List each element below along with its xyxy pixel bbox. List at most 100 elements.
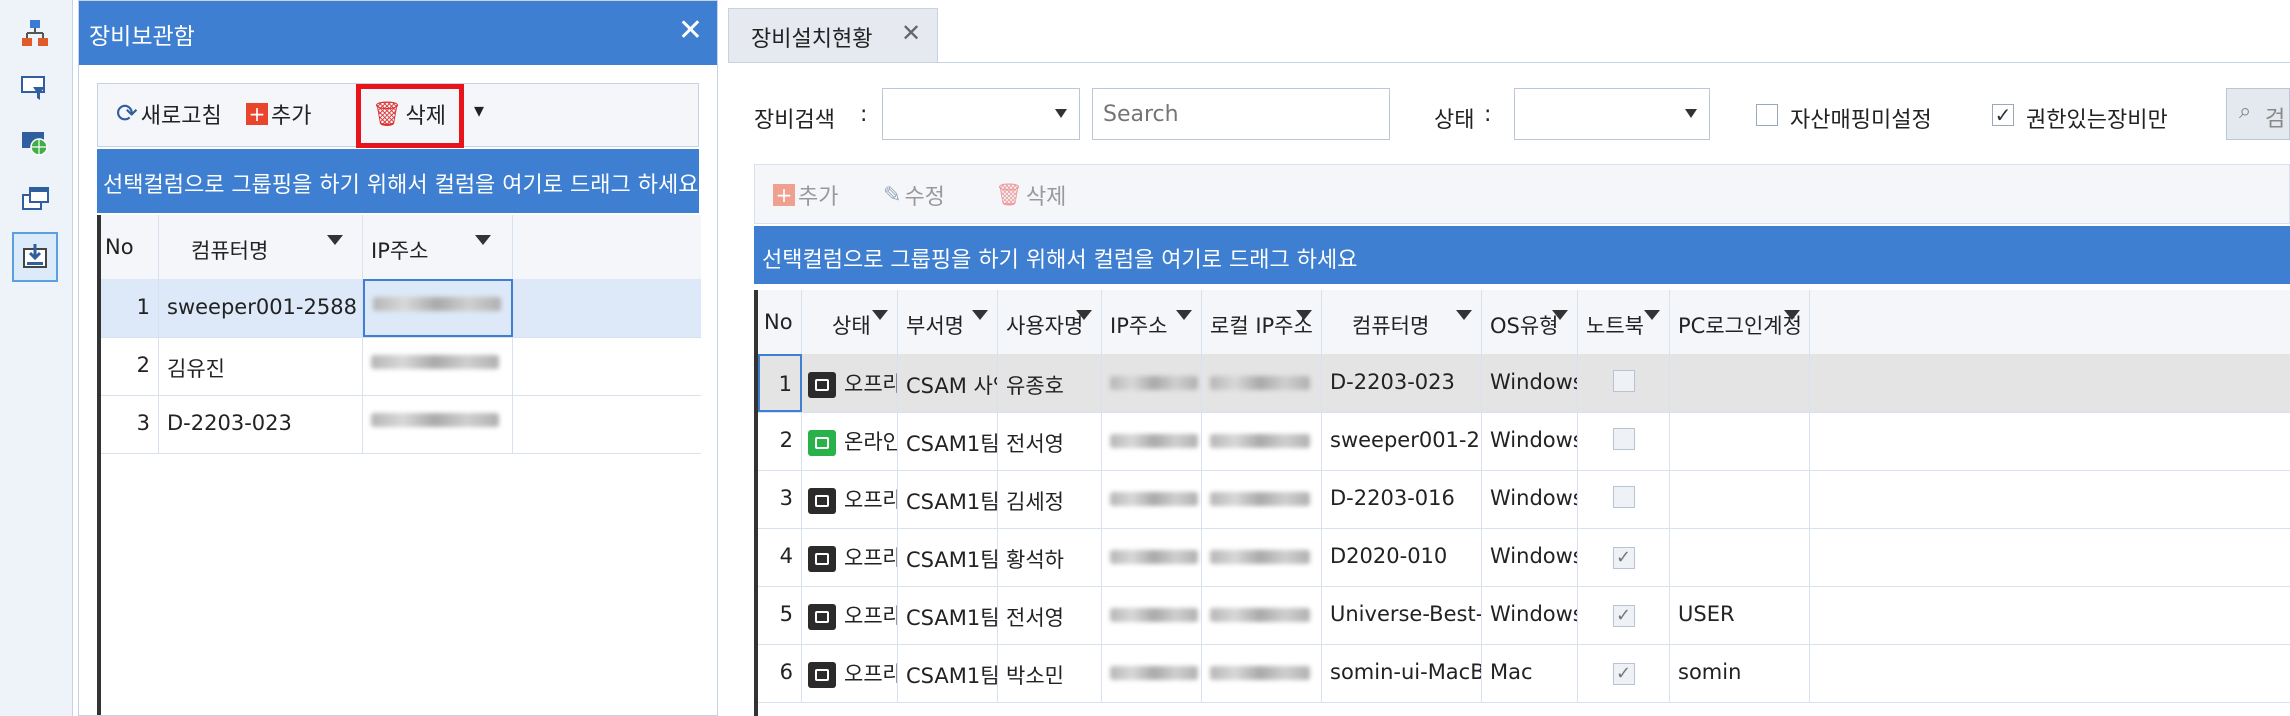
row-dept: CSAM1팀 bbox=[898, 528, 998, 586]
search-field-select[interactable] bbox=[882, 88, 1080, 140]
col-local-ip[interactable]: 로컬 IP주소 bbox=[1202, 290, 1322, 354]
col-ip[interactable]: IP주소 bbox=[1102, 290, 1202, 354]
row-status: 오프라인 bbox=[802, 528, 898, 586]
filter-icon[interactable] bbox=[327, 235, 343, 245]
row-os: Windows bbox=[1482, 354, 1578, 412]
table-row[interactable]: 3 D-2203-023 bbox=[101, 395, 701, 454]
col-no[interactable]: No bbox=[101, 215, 159, 279]
row-computer-name: D2020-010 bbox=[1322, 528, 1482, 586]
monitor-filter-icon[interactable] bbox=[16, 70, 54, 108]
network-icon[interactable] bbox=[16, 14, 54, 52]
unset-mapping-label: 자산매핑미설정 bbox=[1790, 108, 1932, 133]
table-row[interactable]: 1 sweeper001-2588 bbox=[101, 279, 701, 338]
group-drop-area[interactable]: 선택컬럼으로 그룹핑을 하기 위해서 컬럼을 여기로 드래그 하세요 bbox=[754, 226, 2290, 284]
col-user[interactable]: 사용자명 bbox=[998, 290, 1102, 354]
row-status: 오프라인 bbox=[802, 586, 898, 644]
grid-header: No 상태 부서명 사용자명 IP주소 로컬 IP주소 컴퓨터명 OS유형 노트북 PC로그인계정 bbox=[758, 290, 2290, 355]
row-computer-name: sweeper001-2588 bbox=[1322, 412, 1482, 470]
row-status-label: 온라인 bbox=[844, 430, 898, 454]
trash-icon: 🗑 bbox=[995, 182, 1023, 208]
table-row[interactable]: 2 온라인CSAM1팀전서영 sweeper001-2588Windows bbox=[758, 412, 2290, 471]
group-drop-area[interactable]: 선택컬럼으로 그룹핑을 하기 위해서 컬럼을 여기로 드래그 하세요 bbox=[97, 149, 699, 213]
row-user: 김세정 bbox=[998, 470, 1102, 528]
row-no: 4 bbox=[758, 528, 802, 586]
filter-icon[interactable] bbox=[972, 310, 988, 320]
filter-icon[interactable] bbox=[1176, 310, 1192, 320]
row-computer-name: somin-ui-MacBookAir bbox=[1322, 644, 1482, 702]
table-row[interactable]: 2 김유진 bbox=[101, 337, 701, 396]
windows-icon[interactable] bbox=[16, 180, 54, 218]
col-login-account[interactable]: PC로그인계정 bbox=[1670, 290, 1810, 354]
row-os: Windows bbox=[1482, 528, 1578, 586]
filter-icon[interactable] bbox=[1456, 310, 1472, 320]
row-local-ip-blurred bbox=[1202, 586, 1322, 644]
unset-mapping-checkbox[interactable] bbox=[1756, 104, 1778, 126]
add-icon: + bbox=[773, 184, 795, 206]
search-button[interactable]: ⌕ 검 bbox=[2226, 88, 2290, 140]
filter-icon[interactable] bbox=[1296, 310, 1312, 320]
table-row[interactable]: 4 오프라인CSAM1팀황석하 D2020-010Windows ✓ bbox=[758, 528, 2290, 587]
delete-label: 삭제 bbox=[1025, 185, 1067, 210]
row-login-account: USER bbox=[1670, 586, 1810, 644]
col-status[interactable]: 상태 bbox=[802, 290, 898, 354]
close-icon[interactable]: ✕ bbox=[678, 13, 703, 48]
globe-monitor-icon[interactable] bbox=[16, 124, 54, 162]
add-button[interactable]: + 추가 bbox=[773, 179, 838, 211]
device-install-icon[interactable] bbox=[12, 232, 58, 282]
row-user: 전서영 bbox=[998, 586, 1102, 644]
row-ip-blurred[interactable] bbox=[363, 279, 513, 337]
col-ip[interactable]: IP주소 bbox=[363, 215, 513, 279]
right-toolbar: + 추가 ✎ 수정 🗑 삭제 bbox=[754, 164, 2290, 224]
col-computer-name[interactable]: 컴퓨터명 bbox=[159, 215, 363, 279]
col-dept-label: 부서명 bbox=[906, 314, 964, 338]
filter-icon[interactable] bbox=[1552, 310, 1568, 320]
col-dept[interactable]: 부서명 bbox=[898, 290, 998, 354]
col-computer-name-label: 컴퓨터명 bbox=[191, 239, 269, 263]
filter-icon[interactable] bbox=[1784, 310, 1800, 320]
close-icon[interactable]: ✕ bbox=[901, 19, 921, 47]
notebook-checkbox: ✓ bbox=[1612, 605, 1635, 627]
col-computer-name[interactable]: 컴퓨터명 bbox=[1322, 290, 1482, 354]
status-label: 상태 bbox=[1434, 108, 1475, 133]
table-row[interactable]: 5 오프라인CSAM1팀전서영 Universe-Best-JeonsyWindow… bbox=[758, 586, 2290, 645]
filter-icon[interactable] bbox=[872, 310, 888, 320]
offline-status-icon bbox=[808, 488, 836, 514]
tab-installation-status[interactable]: 장비설치현황 ✕ bbox=[728, 8, 938, 62]
sidebar-icon-strip bbox=[0, 0, 73, 716]
filter-icon[interactable] bbox=[475, 235, 491, 245]
col-no[interactable]: No bbox=[758, 290, 802, 354]
equipment-storage-panel: 장비보관함 ✕ ⟳ 새로고침 + 추가 🗑 삭제 ▾ 선택컬럼으로 그룹핑을 하… bbox=[78, 0, 718, 716]
notebook-checkbox: ✓ bbox=[1612, 547, 1635, 569]
row-notebook bbox=[1578, 470, 1670, 528]
equipment-grid: No 상태 부서명 사용자명 IP주소 로컬 IP주소 컴퓨터명 OS유형 노트북 PC로그인계정… bbox=[754, 290, 2290, 716]
table-row[interactable]: 6 오프라인CSAM1팀박소민 somin-ui-MacBookAirMac ✓ som… bbox=[758, 644, 2290, 703]
filter-icon[interactable] bbox=[1644, 310, 1660, 320]
row-local-ip-blurred bbox=[1202, 528, 1322, 586]
panel-title: 장비보관함 bbox=[89, 24, 195, 50]
delete-button[interactable]: 🗑 삭제 bbox=[995, 179, 1066, 211]
row-dept: CSAM1팀 bbox=[898, 586, 998, 644]
row-computer-name: D-2203-023 bbox=[1322, 354, 1482, 412]
col-os[interactable]: OS유형 bbox=[1482, 290, 1578, 354]
row-user: 황석하 bbox=[998, 528, 1102, 586]
delete-highlight-box bbox=[356, 84, 464, 148]
row-status-label: 오프라인 bbox=[844, 604, 897, 628]
authorized-only-checkbox[interactable]: ✓ bbox=[1992, 104, 2014, 126]
search-input[interactable] bbox=[1092, 88, 1390, 140]
status-select[interactable] bbox=[1514, 88, 1710, 140]
notebook-checkbox bbox=[1612, 370, 1635, 392]
filter-icon[interactable] bbox=[1076, 310, 1092, 320]
edit-button[interactable]: ✎ 수정 bbox=[883, 179, 945, 211]
refresh-icon: ⟳ bbox=[116, 99, 138, 129]
notebook-checkbox bbox=[1612, 428, 1635, 450]
add-icon: + bbox=[246, 103, 268, 125]
col-computer-name-label: 컴퓨터명 bbox=[1352, 314, 1430, 338]
table-row[interactable]: 1 오프라인CSAM 사업부유종호 D-2203-023Windows bbox=[758, 354, 2290, 413]
offline-status-icon bbox=[808, 604, 836, 630]
chevron-down-icon[interactable]: ▾ bbox=[474, 98, 484, 122]
col-notebook[interactable]: 노트북 bbox=[1578, 290, 1670, 354]
table-row[interactable]: 3 오프라인CSAM1팀김세정 D-2203-016Windows bbox=[758, 470, 2290, 529]
add-button[interactable]: + 추가 bbox=[246, 98, 311, 130]
row-local-ip-blurred bbox=[1202, 644, 1322, 702]
refresh-button[interactable]: ⟳ 새로고침 bbox=[116, 98, 222, 130]
